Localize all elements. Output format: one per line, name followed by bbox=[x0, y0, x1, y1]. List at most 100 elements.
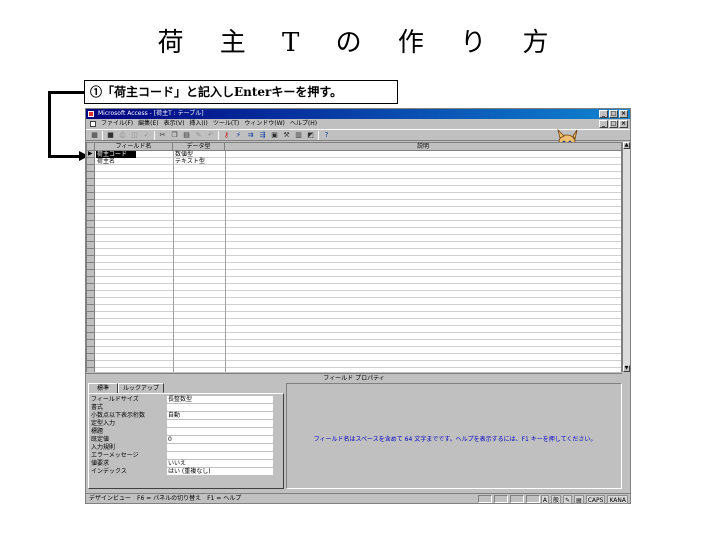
doc-maximize-button[interactable]: □ bbox=[609, 120, 618, 128]
scroll-up-arrow-icon[interactable]: ▲ bbox=[623, 142, 630, 149]
status-indicator bbox=[478, 495, 492, 503]
menu-tools[interactable]: ツール(T) bbox=[213, 119, 239, 129]
status-indicator bbox=[526, 495, 540, 503]
properties-icon[interactable]: ▣ bbox=[270, 131, 279, 140]
ime-caps-icon[interactable]: CAPS bbox=[585, 494, 606, 504]
property-value[interactable] bbox=[167, 404, 273, 412]
data-type-cell[interactable]: 数値型 bbox=[174, 151, 224, 158]
property-value[interactable]: いいえ bbox=[167, 460, 273, 468]
toolbar-separator bbox=[318, 130, 319, 140]
vertical-scrollbar[interactable]: ▲ ▼ bbox=[622, 142, 630, 372]
maximize-button[interactable]: □ bbox=[609, 110, 618, 118]
database-window-icon[interactable]: ▥ bbox=[294, 131, 303, 140]
row-selector-column[interactable] bbox=[87, 151, 95, 372]
property-label: インデックス bbox=[91, 468, 127, 475]
undo-icon[interactable]: ↶ bbox=[206, 131, 215, 140]
property-value[interactable]: 自動 bbox=[167, 412, 273, 420]
ime-mode-icon[interactable]: A bbox=[540, 494, 550, 504]
property-row: インデックス はい (重複なし) bbox=[91, 468, 281, 476]
ime-pad-icon[interactable]: ✎ bbox=[563, 494, 573, 504]
new-object-icon[interactable]: ◩ bbox=[306, 131, 315, 140]
delete-row-icon[interactable]: ⇶ bbox=[258, 131, 267, 140]
ime-kana-icon[interactable]: KANA bbox=[607, 494, 628, 504]
doc-close-button[interactable]: × bbox=[619, 120, 628, 128]
data-type-header: データ型 bbox=[173, 143, 225, 151]
property-value[interactable]: 0 bbox=[167, 436, 273, 444]
close-button[interactable]: × bbox=[619, 110, 628, 118]
print-icon[interactable]: ⎙ bbox=[118, 131, 127, 140]
callout-connector-line bbox=[48, 91, 51, 158]
document-menu-icon[interactable] bbox=[90, 121, 96, 127]
property-value[interactable] bbox=[167, 420, 273, 428]
property-row: エラーメッセージ bbox=[91, 452, 281, 460]
property-value[interactable]: 長整数型 bbox=[167, 396, 273, 404]
status-text: デザインビュー F6 = パネルの切り替え F1 = ヘルプ bbox=[89, 495, 242, 502]
property-label: 既定値 bbox=[91, 436, 110, 443]
field-name-cell[interactable]: 荷主コード bbox=[96, 151, 136, 158]
general-properties: フィールドサイズ 長整数型 書式 小数点以下表示桁数 自動 定型入力 標題 既定… bbox=[88, 393, 284, 489]
property-value[interactable] bbox=[167, 444, 273, 452]
menu-insert[interactable]: 挿入(I) bbox=[189, 119, 207, 129]
copy-icon[interactable]: ❐ bbox=[170, 131, 179, 140]
property-label: 書式 bbox=[91, 404, 104, 411]
property-row: 既定値 0 bbox=[91, 436, 281, 444]
property-hint-panel: フィールド名はスペースを含めて 64 文字までです。ヘルプを表示するには、F1 … bbox=[286, 383, 622, 489]
field-name-header: フィールド名 bbox=[95, 143, 173, 151]
instruction-callout: ①「荷主コード」と記入しEnterキーを押す。 bbox=[84, 80, 398, 104]
data-type-cell[interactable]: テキスト型 bbox=[174, 158, 224, 165]
callout-connector-line bbox=[48, 91, 84, 94]
field-properties-header: フィールド プロパティ bbox=[86, 373, 622, 382]
property-label: フィールドサイズ bbox=[91, 396, 139, 403]
access-app-icon[interactable] bbox=[88, 111, 94, 117]
menu-window[interactable]: ウィンドウ(W) bbox=[244, 119, 285, 129]
save-icon[interactable]: ■ bbox=[106, 131, 115, 140]
insert-row-icon[interactable]: ⇉ bbox=[246, 131, 255, 140]
table-row[interactable]: ▶ 荷主コード 数値型 bbox=[87, 151, 621, 158]
column-divider bbox=[173, 151, 174, 372]
table-row[interactable]: 荷主名 テキスト型 bbox=[87, 158, 621, 165]
ime-dictionary-icon[interactable]: ▤ bbox=[574, 494, 584, 504]
property-row: 定型入力 bbox=[91, 420, 281, 428]
help-icon[interactable]: ? bbox=[322, 131, 331, 140]
property-hint-text: フィールド名はスペースを含めて 64 文字までです。ヘルプを表示するには、F1 … bbox=[313, 436, 597, 443]
preview-icon[interactable]: ◫ bbox=[130, 131, 139, 140]
spell-icon[interactable]: ✓ bbox=[142, 131, 151, 140]
ime-conversion-icon[interactable]: 般 bbox=[551, 494, 562, 504]
property-label: 小数点以下表示桁数 bbox=[91, 412, 146, 419]
property-value[interactable] bbox=[167, 428, 273, 436]
status-indicator bbox=[494, 495, 508, 503]
window-titlebar[interactable]: Microsoft Access - [荷主T : テーブル] _ □ × bbox=[86, 109, 630, 119]
tab-lookup[interactable]: ルックアップ bbox=[118, 383, 165, 393]
property-value[interactable]: はい (重複なし) bbox=[167, 468, 273, 476]
menu-edit[interactable]: 編集(E) bbox=[138, 119, 158, 129]
build-icon[interactable]: ⚒ bbox=[282, 131, 291, 140]
menu-view[interactable]: 表示(V) bbox=[164, 119, 185, 129]
view-icon[interactable]: ▦ bbox=[90, 131, 99, 140]
menu-file[interactable]: ファイル(F) bbox=[101, 119, 133, 129]
toolbar-separator bbox=[154, 130, 155, 140]
column-divider bbox=[225, 151, 226, 372]
property-row: 標題 bbox=[91, 428, 281, 436]
format-painter-icon[interactable]: ✎ bbox=[194, 131, 203, 140]
property-label: 定型入力 bbox=[91, 420, 116, 427]
property-row: 入力規則 bbox=[91, 444, 281, 452]
field-properties-panel: 標準 ルックアップ フィールドサイズ 長整数型 書式 小数点以下表示桁数 自動 … bbox=[88, 383, 284, 489]
minimize-button[interactable]: _ bbox=[599, 110, 608, 118]
status-bar: デザインビュー F6 = パネルの切り替え F1 = ヘルプ A 般 ✎ ▤ C… bbox=[86, 493, 630, 504]
paste-icon[interactable]: ▤ bbox=[182, 131, 191, 140]
indexes-icon[interactable]: ⚡ bbox=[234, 131, 243, 140]
description-header: 説明 bbox=[416, 143, 429, 150]
cut-icon[interactable]: ✂ bbox=[158, 131, 167, 140]
doc-minimize-button[interactable]: _ bbox=[599, 120, 608, 128]
current-row-arrow-icon: ▶ bbox=[88, 150, 93, 157]
status-indicator bbox=[510, 495, 524, 503]
primary-key-icon[interactable]: ⚷ bbox=[222, 131, 231, 140]
property-row: フィールドサイズ 長整数型 bbox=[91, 396, 281, 404]
toolbar-separator bbox=[218, 130, 219, 140]
field-name-cell[interactable]: 荷主名 bbox=[96, 158, 172, 165]
property-label: 値要求 bbox=[91, 460, 110, 467]
property-value[interactable] bbox=[167, 452, 273, 460]
scroll-down-arrow-icon[interactable]: ▼ bbox=[623, 365, 630, 372]
property-label: 標題 bbox=[91, 428, 104, 435]
menu-help[interactable]: ヘルプ(H) bbox=[290, 119, 317, 129]
